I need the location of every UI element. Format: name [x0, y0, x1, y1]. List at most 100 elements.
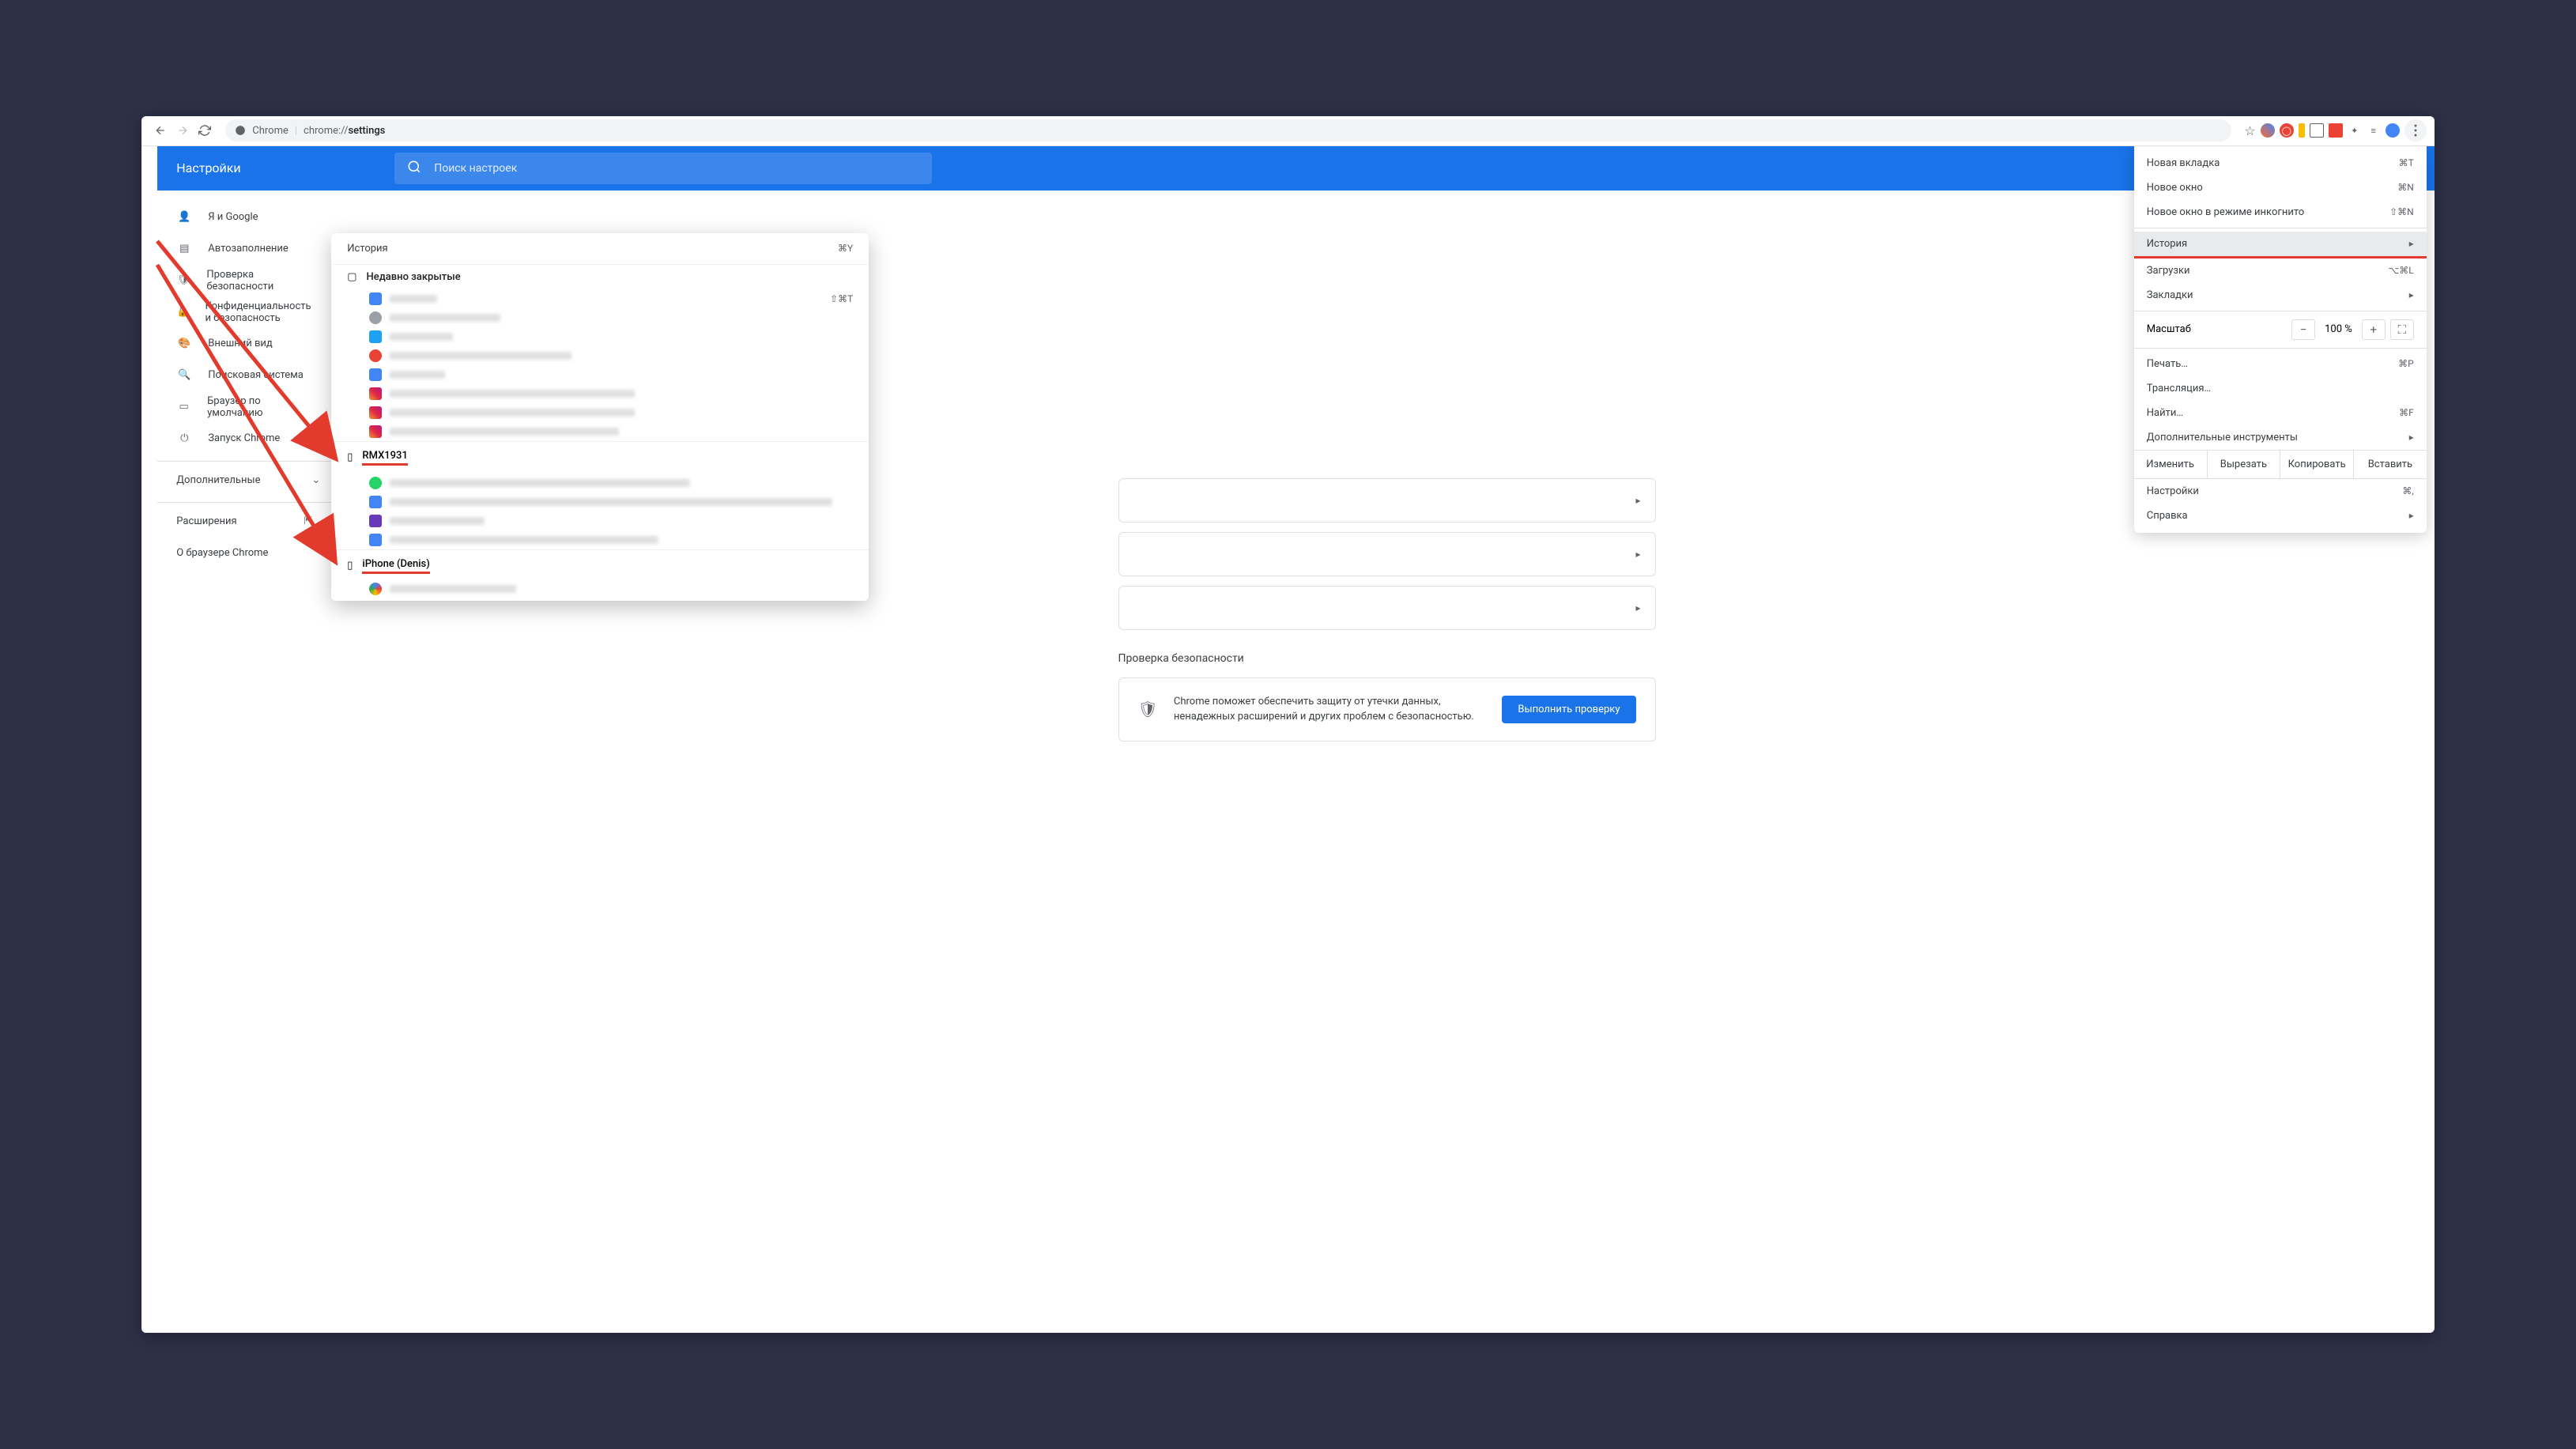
history-item[interactable]: [331, 384, 869, 403]
extension-icon[interactable]: [2261, 123, 2275, 138]
sidebar-item-privacy[interactable]: 🔒Конфиденциальность и безопасность: [157, 296, 331, 328]
address-bar[interactable]: Chrome | chrome://settings: [225, 119, 2231, 142]
sidebar-item-appearance[interactable]: 🎨Внешний вид: [157, 328, 331, 360]
history-item[interactable]: [331, 474, 869, 492]
menu-find[interactable]: Найти…⌘F: [2134, 401, 2427, 425]
menu-downloads[interactable]: Загрузки⌥⌘L: [2134, 258, 2427, 283]
address-url: settings: [348, 125, 385, 137]
history-item[interactable]: [331, 492, 869, 511]
safety-check-title: Проверка безопасности: [1118, 652, 1656, 665]
chevron-right-icon: ▸: [2409, 289, 2414, 300]
sidebar-advanced-toggle[interactable]: Дополнительные⌄: [157, 461, 339, 499]
menu-bookmarks[interactable]: Закладки▸: [2134, 283, 2427, 308]
sidebar-item-safety[interactable]: 🛡Проверка безопасности: [157, 265, 331, 296]
history-item[interactable]: ⇧⌘T: [331, 289, 869, 308]
tab-icon: ▢: [347, 271, 356, 283]
chevron-right-icon: ▸: [1635, 602, 1640, 613]
history-item[interactable]: [331, 582, 869, 601]
menu-cast[interactable]: Трансляция…: [2134, 376, 2427, 401]
extension-icon[interactable]: [2310, 123, 2324, 138]
back-button[interactable]: [149, 119, 172, 142]
settings-header: Настройки: [157, 146, 2435, 191]
history-item[interactable]: [331, 308, 869, 327]
chevron-down-icon: ⌄: [311, 474, 320, 486]
forward-button[interactable]: [172, 119, 194, 142]
safety-check-card: 🛡 Chrome поможет обеспечить защиту от ут…: [1118, 677, 1656, 741]
browser-window: Chrome | chrome://settings ☆ ◯ ✦ ≡ Настр…: [141, 116, 2435, 1334]
shield-icon: 🛡: [1138, 700, 1158, 719]
history-item[interactable]: [331, 511, 869, 530]
menu-incognito[interactable]: Новое окно в режиме инкогнито⇧⌘N: [2134, 200, 2427, 225]
extension-icon[interactable]: [2299, 123, 2305, 138]
kebab-menu-button[interactable]: [2404, 119, 2427, 142]
history-item[interactable]: [331, 422, 869, 441]
menu-edit-change[interactable]: Изменить: [2134, 451, 2208, 478]
menu-edit-cut[interactable]: Вырезать: [2208, 451, 2281, 478]
safety-check-text: Chrome поможет обеспечить защиту от утеч…: [1174, 694, 1487, 725]
search-icon: 🔍: [176, 369, 192, 381]
recently-closed-header: ▢ Недавно закрытые: [331, 265, 869, 289]
sidebar-item-default-browser[interactable]: ▭Браузер по умолчанию: [157, 391, 331, 423]
phone-icon: ▯: [347, 451, 353, 463]
search-input[interactable]: [434, 162, 919, 175]
run-safety-check-button[interactable]: Выполнить проверку: [1502, 696, 1635, 723]
sidebar-item-you-and-google[interactable]: 👤Я и Google: [157, 202, 331, 233]
settings-row[interactable]: ▸: [1118, 586, 1656, 630]
menu-print[interactable]: Печать…⌘P: [2134, 352, 2427, 376]
autofill-icon: ▤: [176, 243, 192, 255]
zoom-value: 100 %: [2320, 323, 2357, 335]
address-url-prefix: chrome://: [304, 125, 348, 137]
sidebar-item-autofill[interactable]: ▤Автозаполнение: [157, 233, 331, 265]
menu-edit-copy[interactable]: Копировать: [2280, 451, 2354, 478]
media-control-icon[interactable]: ≡: [2367, 123, 2381, 138]
extensions-puzzle-icon[interactable]: ✦: [2348, 123, 2362, 138]
settings-search[interactable]: [394, 153, 932, 184]
extension-icon[interactable]: ◯: [2280, 123, 2294, 138]
menu-edit-paste[interactable]: Вставить: [2354, 451, 2427, 478]
history-item[interactable]: [331, 530, 869, 549]
content-area: Настройки 👤Я и Google ▤Автозаполнение 🛡П…: [141, 146, 2435, 1334]
menu-new-window[interactable]: Новое окно⌘N: [2134, 175, 2427, 200]
fullscreen-button[interactable]: ⛶: [2390, 319, 2414, 340]
menu-settings[interactable]: Настройки⌘,: [2134, 479, 2427, 504]
history-submenu: История ⌘Y ▢ Недавно закрытые ⇧⌘T ▯ RMX: [331, 233, 869, 601]
settings-row[interactable]: ▸: [1118, 532, 1656, 576]
power-icon: ⏻: [176, 432, 192, 444]
history-item[interactable]: [331, 365, 869, 384]
browser-icon: ▭: [176, 401, 191, 413]
menu-zoom: Масштаб − 100 % + ⛶: [2134, 315, 2427, 345]
history-item[interactable]: [331, 327, 869, 346]
page-title: Настройки: [157, 160, 394, 175]
device-iphone[interactable]: ▯ iPhone (Denis): [331, 549, 869, 582]
extension-icon[interactable]: [2329, 123, 2343, 138]
lock-icon: 🔒: [176, 306, 189, 318]
zoom-in-button[interactable]: +: [2362, 319, 2386, 340]
bookmark-star-icon[interactable]: ☆: [2244, 123, 2255, 138]
person-icon: 👤: [176, 211, 192, 223]
palette-icon: 🎨: [176, 338, 192, 349]
shield-check-icon: 🛡: [176, 274, 190, 286]
sidebar-item-extensions[interactable]: Расширения⇱: [157, 506, 331, 538]
menu-edit-row: Изменить Вырезать Копировать Вставить: [2134, 450, 2427, 479]
zoom-out-button[interactable]: −: [2291, 319, 2315, 340]
menu-new-tab[interactable]: Новая вкладка⌘T: [2134, 151, 2427, 175]
profile-avatar[interactable]: [2386, 123, 2400, 138]
device-rmx1931[interactable]: ▯ RMX1931: [331, 441, 869, 474]
history-header[interactable]: История ⌘Y: [331, 233, 869, 264]
sidebar-item-search-engine[interactable]: 🔍Поисковая система: [157, 360, 331, 391]
reload-button[interactable]: [194, 119, 216, 142]
history-item[interactable]: [331, 346, 869, 365]
phone-icon: ▯: [347, 560, 353, 572]
address-label: Chrome: [252, 125, 289, 137]
menu-help[interactable]: Справка▸: [2134, 504, 2427, 528]
chevron-right-icon: ▸: [2409, 510, 2414, 521]
sidebar-item-on-startup[interactable]: ⏻Запуск Chrome: [157, 423, 331, 455]
chevron-right-icon: ▸: [2409, 238, 2414, 249]
chevron-right-icon: ▸: [1635, 495, 1640, 506]
menu-more-tools[interactable]: Дополнительные инструменты▸: [2134, 425, 2427, 450]
menu-history[interactable]: История▸: [2134, 232, 2427, 258]
history-item[interactable]: [331, 403, 869, 422]
sidebar-item-about[interactable]: О браузере Chrome: [157, 538, 331, 569]
settings-row[interactable]: ▸: [1118, 478, 1656, 523]
search-icon: [407, 160, 421, 177]
